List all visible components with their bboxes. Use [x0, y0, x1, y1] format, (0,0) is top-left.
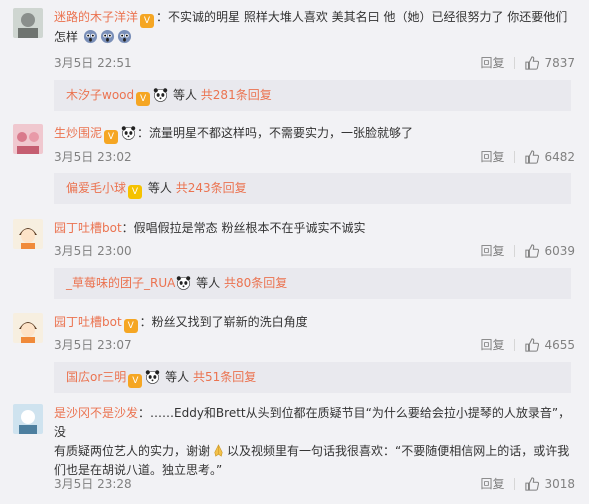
- comment-text-cont: 以及视频里有一句话我很喜欢：“不要随便相信网上的话，或许我: [227, 444, 570, 458]
- reply-button[interactable]: 回复: [480, 242, 504, 259]
- sub-reply-summary[interactable]: 偏爱毛小球 V 等人 共243条回复: [54, 173, 571, 204]
- divider: [514, 338, 516, 351]
- vip-badge-icon: V: [128, 374, 143, 388]
- comment-actions: 回复 6482: [480, 148, 575, 165]
- comment-actions: 回复 4655: [480, 336, 575, 353]
- sub-reply-summary[interactable]: 国広or三明 V 等人 共51条回复: [54, 362, 571, 393]
- scared-face-emoji-icon: [100, 29, 114, 44]
- comment-body: 是沙冈不是沙发：……Eddy和Brett从头到位都在质疑节目“为什么要给会拉小提…: [54, 404, 575, 480]
- comment-username[interactable]: 园丁吐槽bot: [54, 221, 122, 235]
- comment-time: 3月5日 23:00: [54, 244, 132, 258]
- thumbs-up-icon: [525, 337, 540, 352]
- divider: [514, 477, 516, 490]
- like-count: 6039: [544, 243, 575, 258]
- avatar[interactable]: [13, 8, 43, 38]
- reply-button[interactable]: 回复: [480, 475, 504, 492]
- vip-badge-icon: V: [128, 185, 143, 199]
- comment-item: 迷路的木子洋洋 V ：不实诚的明星 照样大堆人喜欢 美其名曰 他（她）已经很努力了 …: [0, 8, 589, 111]
- reply-button[interactable]: 回复: [480, 336, 504, 353]
- sub-reply-text: 等人: [147, 181, 172, 195]
- avatar[interactable]: [13, 404, 43, 434]
- like-count: 3018: [544, 476, 575, 491]
- comment-time: 3月5日 22:51: [54, 56, 132, 70]
- comment-body: 园丁吐槽bot V ：粉丝又找到了崭新的洗白角度: [54, 313, 575, 333]
- like-count: 4655: [544, 337, 575, 352]
- comment-text-cont: 怎样: [54, 30, 79, 44]
- avatar[interactable]: [13, 124, 43, 154]
- comment-item: 园丁吐槽bot：假唱假拉是常态 粉丝根本不在乎诚实不诚实 3月5日 23:00 …: [0, 219, 589, 299]
- comment-username[interactable]: 迷路的木子洋洋: [54, 10, 138, 24]
- divider: [514, 150, 516, 163]
- vip-badge-icon: V: [123, 319, 138, 333]
- like-button[interactable]: 6482: [525, 150, 575, 164]
- panda-emoji-icon: [153, 88, 168, 102]
- sub-reply-count[interactable]: 共51条回复: [193, 370, 256, 384]
- sub-reply-count[interactable]: 共80条回复: [224, 276, 287, 290]
- scared-face-emoji-icon: [117, 29, 131, 44]
- sub-reply-username[interactable]: _草莓味的团子_RUA: [66, 276, 175, 290]
- comment-text: ：不实诚的明星 照样大堆人喜欢 美其名曰 他（她）已经很努力了 你还要他们: [156, 10, 568, 24]
- like-button[interactable]: 6039: [525, 244, 575, 258]
- thumbs-up-icon: [525, 55, 540, 70]
- divider: [514, 56, 516, 69]
- comment-text: 流量明星不都这样吗，不需要实力，一张脸就够了: [149, 126, 414, 140]
- sub-reply-username[interactable]: 木汐子wood: [66, 88, 134, 102]
- pray-hands-emoji-icon: [214, 444, 223, 457]
- like-button[interactable]: 4655: [525, 338, 575, 352]
- thumbs-up-icon: [525, 476, 540, 491]
- comment-body: 园丁吐槽bot：假唱假拉是常态 粉丝根本不在乎诚实不诚实: [54, 219, 575, 238]
- comment-username[interactable]: 是沙冈不是沙发: [54, 406, 138, 420]
- scared-face-emoji-icon: [83, 29, 97, 44]
- comment-feed: 迷路的木子洋洋 V ：不实诚的明星 照样大堆人喜欢 美其名曰 他（她）已经很努力了 …: [0, 0, 589, 504]
- comment-body: 生炒围泥 V ：流量明星不都这样吗，不需要实力，一张脸就够了: [54, 126, 414, 144]
- comment-time: 3月5日 23:02: [54, 150, 132, 164]
- panda-emoji-icon: [121, 126, 136, 140]
- comment-actions: 回复 3018: [480, 475, 575, 492]
- sub-reply-username[interactable]: 偏爱毛小球: [66, 181, 126, 195]
- avatar[interactable]: [13, 219, 43, 249]
- comment-text: ：粉丝又找到了崭新的洗白角度: [139, 315, 308, 329]
- comment-actions: 回复 6039: [480, 242, 575, 259]
- comment-text: ：假唱假拉是常态 粉丝根本不在乎诚实不诚实: [121, 221, 366, 235]
- panda-emoji-icon: [177, 276, 191, 290]
- reply-button[interactable]: 回复: [480, 54, 504, 71]
- thumbs-up-icon: [525, 149, 540, 164]
- divider: [514, 244, 516, 257]
- comment-item: 园丁吐槽bot V ：粉丝又找到了崭新的洗白角度 3月5日 23:07 回复 465…: [0, 313, 589, 393]
- comment-actions: 回复 7837: [480, 54, 575, 71]
- vip-badge-icon: V: [140, 14, 155, 28]
- sub-reply-count[interactable]: 共281条回复: [201, 88, 272, 102]
- sub-reply-username[interactable]: 国広or三明: [66, 370, 126, 384]
- vip-badge-icon: V: [104, 130, 119, 144]
- sub-reply-text: 等人: [196, 276, 221, 290]
- like-count: 6482: [544, 149, 575, 164]
- sub-reply-text: 等人: [172, 88, 197, 102]
- comment-username[interactable]: 园丁吐槽bot: [54, 315, 122, 329]
- comment-item: 是沙冈不是沙发：……Eddy和Brett从头到位都在质疑节目“为什么要给会拉小提…: [0, 404, 589, 504]
- sub-reply-text: 等人: [165, 370, 190, 384]
- like-count: 7837: [544, 55, 575, 70]
- panda-emoji-icon: [146, 370, 160, 384]
- avatar[interactable]: [13, 313, 43, 343]
- comment-item: 生炒围泥 V ：流量明星不都这样吗，不需要实力，一张脸就够了 3月5日 23:02 …: [0, 124, 589, 204]
- sub-reply-summary[interactable]: _草莓味的团子_RUA 等人 共80条回复: [54, 268, 571, 299]
- like-button[interactable]: 3018: [525, 477, 575, 491]
- vip-badge-icon: V: [136, 92, 151, 106]
- comment-username[interactable]: 生炒围泥: [54, 126, 102, 140]
- comment-text-cont: 有质疑两位艺人的实力，谢谢: [54, 444, 211, 458]
- thumbs-up-icon: [525, 243, 540, 258]
- sub-reply-count[interactable]: 共243条回复: [176, 181, 247, 195]
- comment-time: 3月5日 23:07: [54, 338, 132, 352]
- comment-time: 3月5日 23:28: [54, 477, 132, 491]
- comment-body: 迷路的木子洋洋 V ：不实诚的明星 照样大堆人喜欢 美其名曰 他（她）已经很努力了 …: [54, 8, 575, 47]
- reply-button[interactable]: 回复: [480, 148, 504, 165]
- like-button[interactable]: 7837: [525, 56, 575, 70]
- sub-reply-summary[interactable]: 木汐子wood V 等人 共281条回复: [54, 80, 571, 111]
